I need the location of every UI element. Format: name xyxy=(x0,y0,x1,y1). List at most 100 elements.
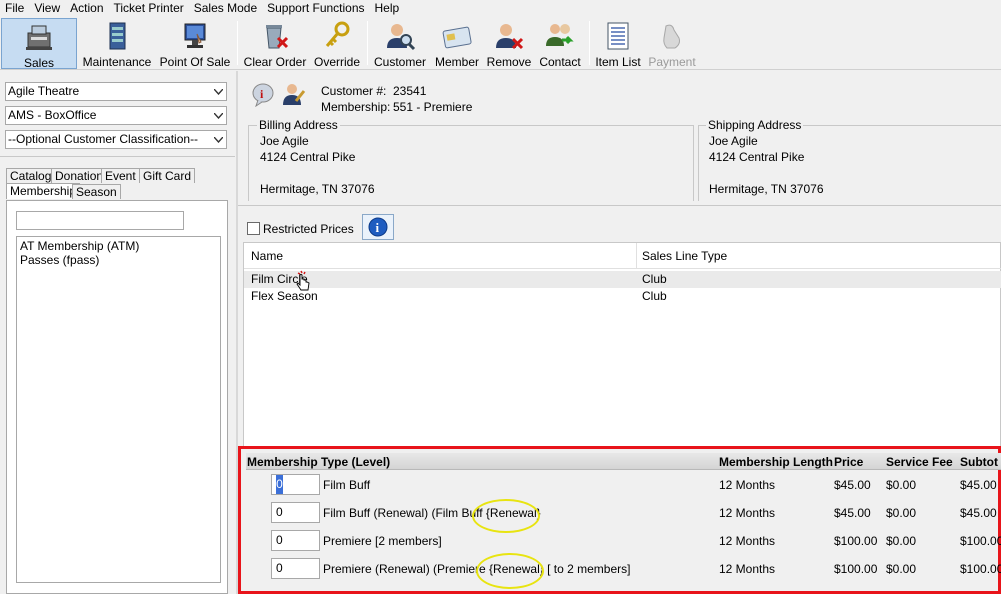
organization-value: Agile Theatre xyxy=(8,84,80,98)
customer-button[interactable]: Customer xyxy=(372,18,428,69)
catalog-search-input[interactable] xyxy=(16,211,184,230)
item-list-button[interactable]: Item List xyxy=(594,18,642,69)
chevron-down-icon xyxy=(210,83,226,100)
sales-button[interactable]: Sales xyxy=(1,18,77,70)
edit-customer-icon[interactable] xyxy=(282,81,306,107)
remove-button[interactable]: Remove xyxy=(486,18,532,69)
tab-gift-card[interactable]: Gift Card xyxy=(139,168,196,183)
server-icon xyxy=(101,20,133,52)
billing-city: Hermitage, TN 37076 xyxy=(260,182,375,196)
member-button[interactable]: Member xyxy=(432,18,482,69)
info-icon: i xyxy=(368,217,388,237)
column-header-membership-length[interactable]: Membership Length xyxy=(719,455,833,469)
column-divider xyxy=(636,243,637,269)
row-name: Flex Season xyxy=(251,289,318,303)
quantity-input[interactable]: 0 xyxy=(271,474,320,495)
table-row[interactable]: Film Circle Club xyxy=(244,271,1001,288)
item-list-label: Item List xyxy=(595,55,641,69)
toolbar: Sales Maintenance Point Of Sale Clear Or… xyxy=(0,17,1001,70)
membership-fee: $0.00 xyxy=(886,534,917,548)
location-select[interactable]: AMS - BoxOffice xyxy=(5,106,227,125)
membership-length: 12 Months xyxy=(719,506,776,520)
clear-order-button[interactable]: Clear Order xyxy=(242,18,308,69)
column-header-membership-type[interactable]: Membership Type (Level) xyxy=(247,455,390,469)
membership-label: Membership: xyxy=(321,100,391,114)
toolbar-separator xyxy=(589,21,590,65)
tab-event[interactable]: Event xyxy=(101,168,140,183)
payment-label: Payment xyxy=(648,55,696,69)
customer-info-panel: i Customer #: 23541 Membership: 551 - Pr… xyxy=(240,71,1001,204)
menu-support-functions[interactable]: Support Functions xyxy=(262,0,369,16)
tab-catalog[interactable]: Catalog xyxy=(6,168,56,183)
info-button[interactable]: i xyxy=(362,214,394,240)
membership-fee: $0.00 xyxy=(886,506,917,520)
column-header-subtotal[interactable]: Subtot xyxy=(960,455,998,469)
chevron-down-icon xyxy=(210,131,226,148)
billing-street: 4124 Central Pike xyxy=(260,150,356,164)
list-item[interactable]: AT Membership (ATM) xyxy=(20,239,217,253)
info-bubble-icon[interactable]: i xyxy=(252,83,274,108)
membership-list[interactable]: AT Membership (ATM) Passes (fpass) xyxy=(16,236,221,583)
membership-fee: $0.00 xyxy=(886,562,917,576)
column-header-service-fee[interactable]: Service Fee xyxy=(886,455,953,469)
point-of-sale-label: Point Of Sale xyxy=(159,55,231,69)
table-row[interactable]: Flex Season Club xyxy=(244,288,1001,305)
quantity-input[interactable]: 0 xyxy=(271,530,320,551)
membership-value: 551 - Premiere xyxy=(393,100,473,114)
quantity-input[interactable]: 0 xyxy=(271,502,320,523)
column-header-price[interactable]: Price xyxy=(834,455,863,469)
remove-label: Remove xyxy=(486,55,532,69)
menu-ticket-printer[interactable]: Ticket Printer xyxy=(109,0,189,16)
toolbar-separator xyxy=(367,21,368,65)
membership-price: $45.00 xyxy=(834,506,871,520)
membership-row: 0 Premiere (Renewal) (Premiere {Renewal}… xyxy=(246,555,1001,583)
membership-type: Premiere [2 members] xyxy=(323,534,442,548)
touch-screen-icon xyxy=(179,20,211,52)
catalog-items-grid: Name Sales Line Type Film Circle Club Fl… xyxy=(243,242,1001,451)
menu-action[interactable]: Action xyxy=(65,0,108,16)
chevron-down-icon xyxy=(210,107,226,124)
customer-number-label: Customer #: xyxy=(321,84,387,98)
annotation-oval xyxy=(476,553,544,589)
contact-button[interactable]: Contact xyxy=(536,18,584,69)
annotation-oval xyxy=(472,499,540,533)
billing-address-title: Billing Address xyxy=(257,118,340,132)
membership-price: $45.00 xyxy=(834,478,871,492)
point-of-sale-button[interactable]: Point Of Sale xyxy=(158,18,232,69)
tab-season[interactable]: Season xyxy=(72,184,121,199)
maintenance-button[interactable]: Maintenance xyxy=(80,18,154,69)
member-label: Member xyxy=(434,55,479,69)
membership-subtotal: $100.00 xyxy=(960,562,1001,576)
customer-classification-select[interactable]: --Optional Customer Classification-- xyxy=(5,130,227,149)
override-button[interactable]: Override xyxy=(312,18,362,69)
tab-membership[interactable]: Membership xyxy=(6,183,81,199)
membership-price: $100.00 xyxy=(834,534,878,548)
toolbar-separator xyxy=(237,21,238,65)
customer-number: 23541 xyxy=(393,84,427,98)
column-header-sales-line-type[interactable]: Sales Line Type xyxy=(642,249,727,263)
sales-label: Sales xyxy=(23,56,55,70)
membership-tab-panel: AT Membership (ATM) Passes (fpass) xyxy=(6,200,228,594)
tab-donation[interactable]: Donation xyxy=(51,168,108,183)
shipping-name: Joe Agile xyxy=(709,134,758,148)
membership-grid-header: Membership Type (Level) Membership Lengt… xyxy=(246,453,1001,470)
menu-file[interactable]: File xyxy=(0,0,29,16)
classification-value: --Optional Customer Classification-- xyxy=(8,132,199,146)
payment-button[interactable]: Payment xyxy=(646,18,698,69)
shipping-street: 4124 Central Pike xyxy=(709,150,805,164)
restricted-prices-label: Restricted Prices xyxy=(263,222,354,236)
column-header-name[interactable]: Name xyxy=(251,249,283,263)
organization-select[interactable]: Agile Theatre xyxy=(5,82,227,101)
quantity-input[interactable]: 0 xyxy=(271,558,320,579)
shipping-city: Hermitage, TN 37076 xyxy=(709,182,824,196)
cash-register-icon xyxy=(23,21,55,53)
payment-hand-icon xyxy=(656,20,688,52)
membership-row: 0 Premiere [2 members] 12 Months $100.00… xyxy=(246,527,1001,555)
menu-view[interactable]: View xyxy=(29,0,65,16)
list-item[interactable]: Passes (fpass) xyxy=(20,253,217,267)
menu-help[interactable]: Help xyxy=(370,0,405,16)
customer-search-icon xyxy=(384,20,416,52)
menu-sales-mode[interactable]: Sales Mode xyxy=(189,0,262,16)
restricted-prices-checkbox[interactable] xyxy=(247,222,260,235)
divider xyxy=(0,156,235,157)
